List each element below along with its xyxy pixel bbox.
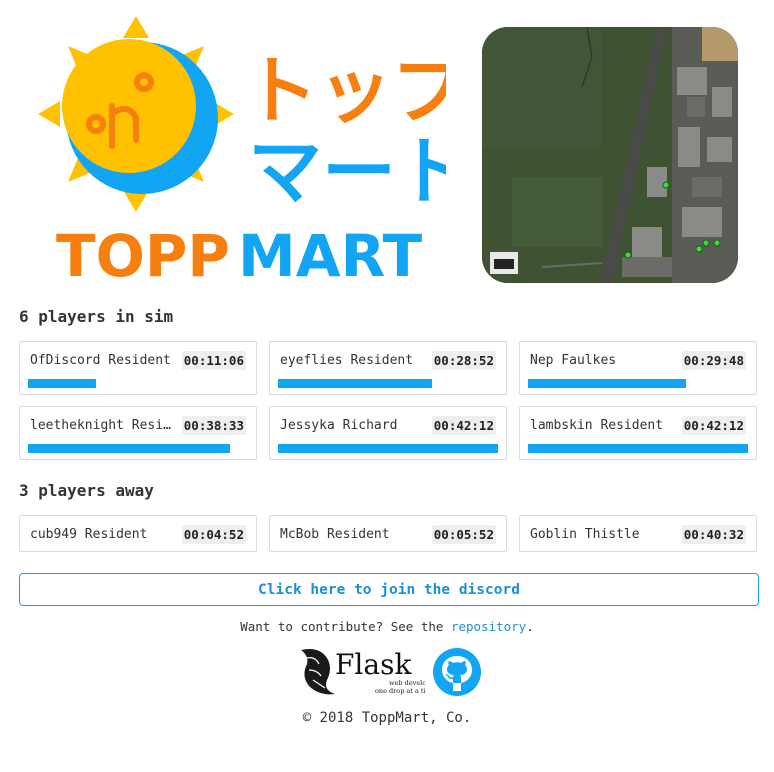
join-discord-button[interactable]: Click here to join the discord [19,573,759,606]
players-in-sim-heading: 6 players in sim [19,307,174,326]
flask-wordmark: Flask [335,648,412,681]
player-name: cub949 Resident [30,526,148,542]
player-time: 00:11:06 [181,350,246,370]
player-name: Goblin Thistle [530,526,640,542]
player-card: Nep Faulkes 00:29:48 [519,341,757,395]
player-name: Jessyka Richard [280,417,398,433]
player-time: 00:28:52 [431,350,496,370]
player-card: cub949 Resident 00:04:52 [19,515,257,552]
github-icon[interactable] [432,647,482,697]
player-name: lambskin Resident [530,417,664,433]
flask-logo[interactable]: Flask web development, one drop at a tim… [297,644,449,698]
player-name: eyeflies Resident [280,352,414,368]
player-card: OfDiscord Resident 00:11:06 [19,341,257,395]
player-time-bar [278,444,498,453]
player-time-bar [28,444,231,453]
player-card: Jessyka Richard 00:42:12 [269,406,507,460]
player-name: leetheknight Resident [30,417,178,433]
player-time: 00:42:12 [681,415,746,435]
player-time: 00:29:48 [681,350,746,370]
contribute-line: Want to contribute? See the repository. [0,619,774,634]
player-card: Goblin Thistle 00:40:32 [519,515,757,552]
logo-wordmark-topp: TOPP [56,222,230,284]
contribute-suffix: . [526,619,534,634]
player-time-bar [278,379,432,388]
player-card: McBob Resident 00:05:52 [269,515,507,552]
players-away-heading: 3 players away [19,481,154,500]
player-time-bar [28,379,97,388]
footer-copyright: © 2018 ToppMart, Co. [302,710,472,726]
flask-horn-icon [301,649,335,695]
player-name: OfDiscord Resident [30,352,171,368]
player-time: 00:40:32 [681,524,746,544]
player-name: Nep Faulkes [530,352,617,368]
player-time: 00:42:12 [431,415,496,435]
present-players-grid: OfDiscord Resident 00:11:06 eyeflies Res… [19,341,759,460]
player-time-bar [528,379,687,388]
sim-map [482,27,738,283]
player-card: lambskin Resident 00:42:12 [519,406,757,460]
flask-tagline-2: one drop at a time [375,687,425,695]
logo-katakana-bottom: マート [248,129,446,215]
away-players-grid: cub949 Resident 00:04:52 McBob Resident … [19,515,759,552]
toppmart-logo: トップ マート TOPP MART [36,14,470,290]
player-time-bar [528,444,748,453]
player-card: leetheknight Resident 00:38:33 [19,406,257,460]
repository-link[interactable]: repository [451,619,526,634]
flask-tagline-1: web development, [389,679,425,687]
player-time: 00:04:52 [181,524,246,544]
player-name: McBob Resident [280,526,390,542]
logo-katakana-top: トップ [244,48,446,134]
contribute-text: Want to contribute? See the [240,619,451,634]
player-time: 00:38:33 [181,415,246,435]
player-time: 00:05:52 [431,524,496,544]
player-card: eyeflies Resident 00:28:52 [269,341,507,395]
logo-wordmark-mart: MART [238,222,423,284]
